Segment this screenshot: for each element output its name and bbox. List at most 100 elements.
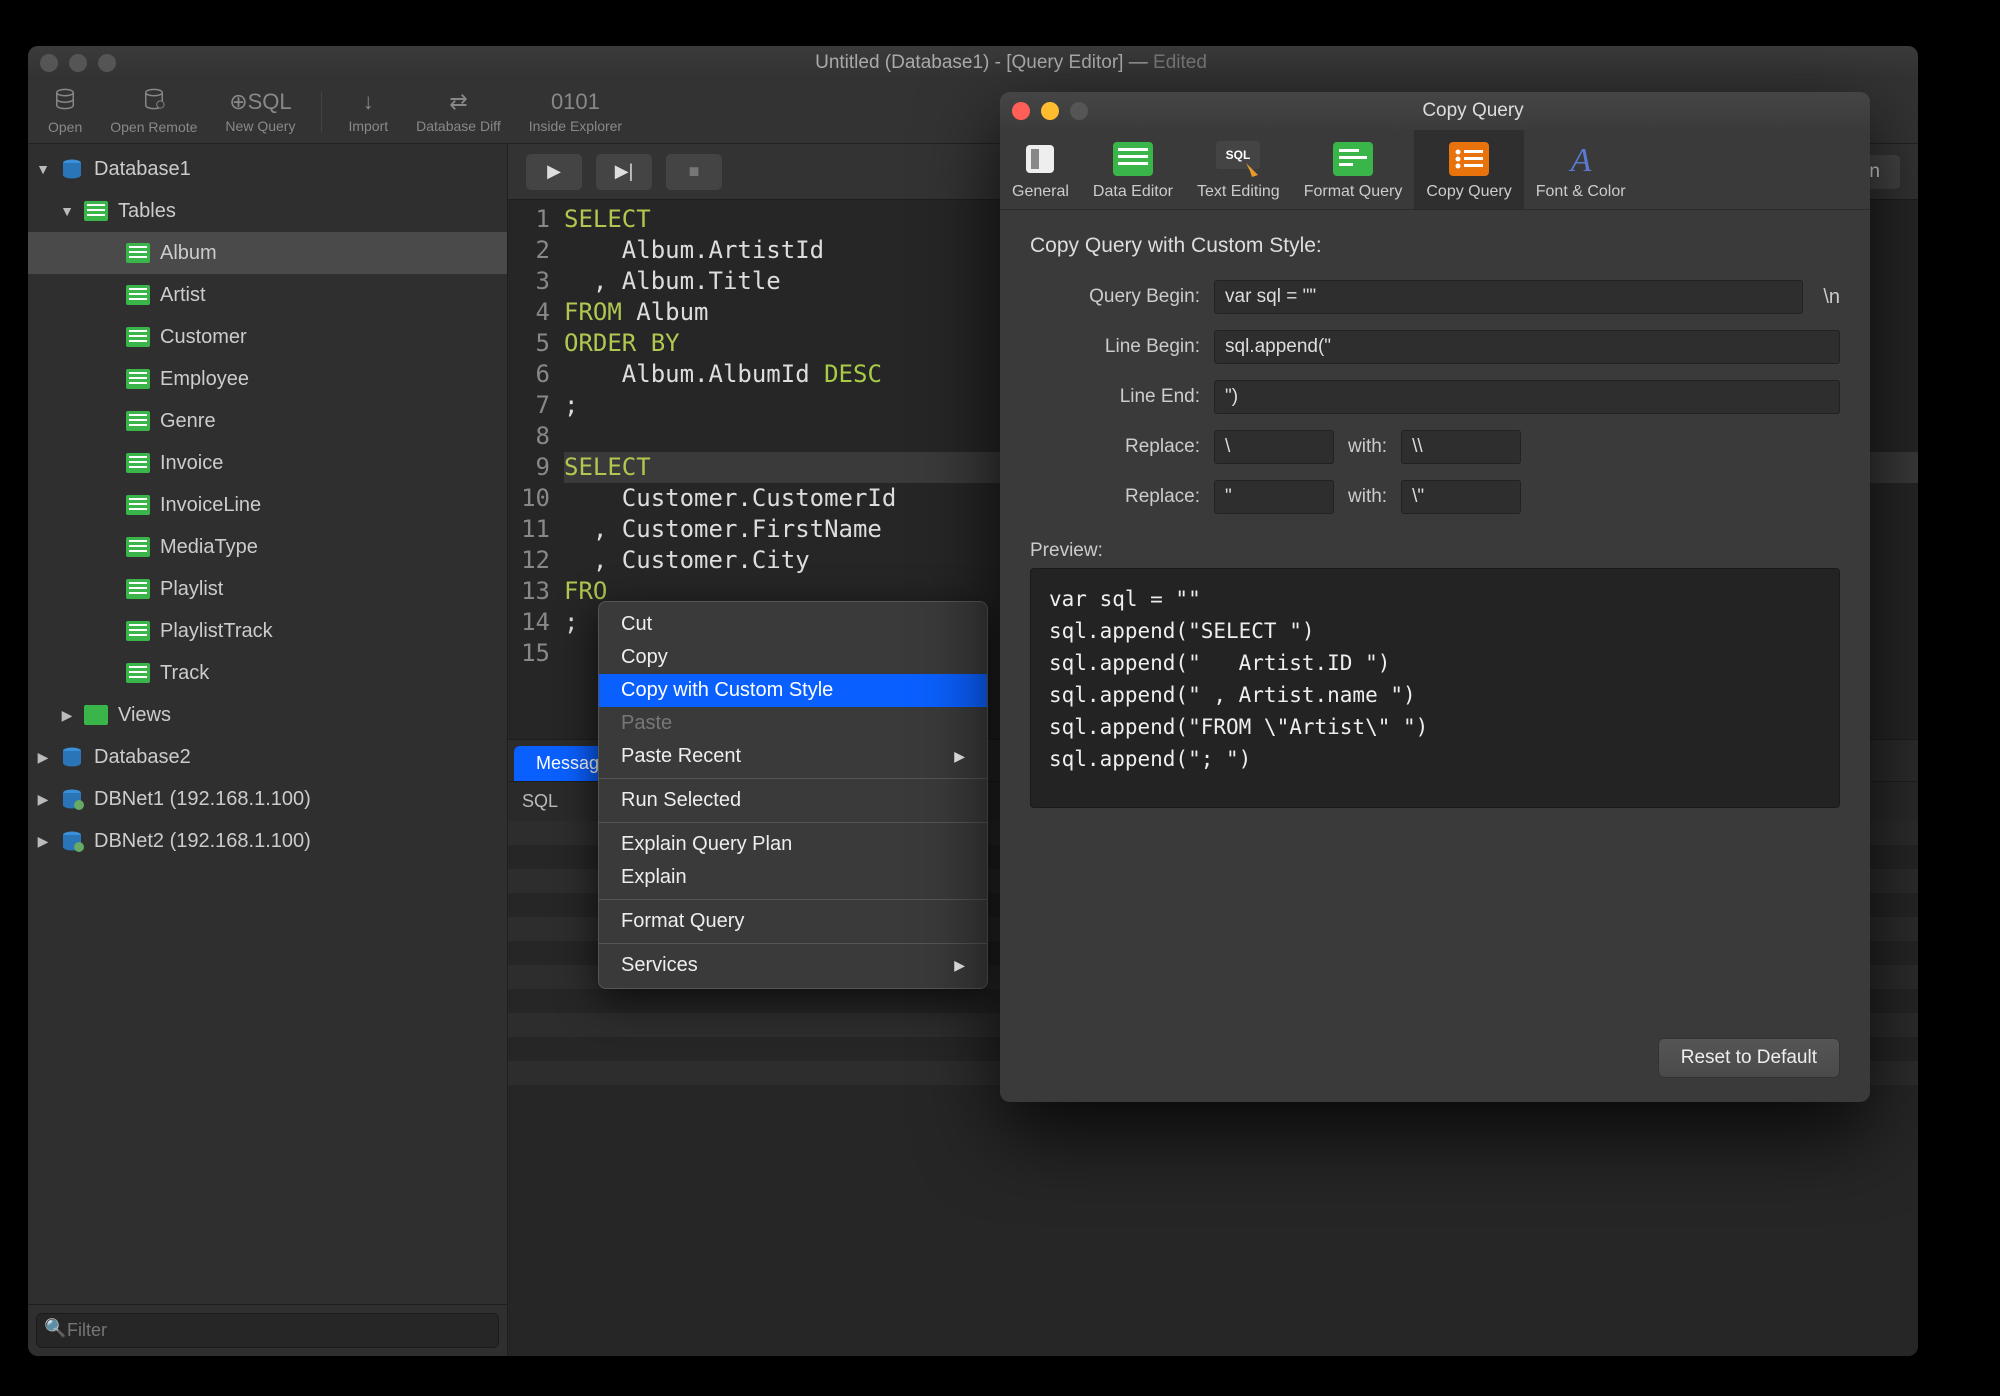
views-node[interactable]: ▶ Views: [28, 694, 507, 736]
database-icon: [58, 158, 86, 180]
input-line-end[interactable]: [1214, 380, 1840, 414]
label-replace-1: Replace:: [1030, 436, 1200, 458]
table-icon: [124, 368, 152, 390]
table-label: InvoiceLine: [160, 494, 261, 517]
input-replace1-from[interactable]: [1214, 430, 1334, 464]
tab-format-query[interactable]: Format Query: [1292, 130, 1415, 209]
new-query-button[interactable]: ⊕SQL New Query: [215, 87, 305, 136]
zoom-icon[interactable]: [98, 54, 116, 72]
list-icon: [1447, 139, 1491, 179]
label-line-end: Line End:: [1030, 386, 1200, 408]
menu-cut[interactable]: Cut: [599, 608, 987, 641]
input-line-begin[interactable]: [1214, 330, 1840, 364]
table-item-playlisttrack[interactable]: PlaylistTrack: [28, 610, 507, 652]
zoom-icon: [1070, 102, 1088, 120]
table-label: Invoice: [160, 452, 223, 475]
label-query-begin: Query Begin:: [1030, 286, 1200, 308]
step-icon: ▶|: [615, 161, 634, 182]
inside-explorer-button[interactable]: 0101 Inside Explorer: [519, 87, 632, 136]
preview-label: Preview:: [1030, 540, 1840, 562]
menu-run-selected[interactable]: Run Selected: [599, 784, 987, 817]
input-replace1-to[interactable]: [1401, 430, 1521, 464]
disclosure-down-icon[interactable]: ▼: [60, 203, 74, 219]
table-label: MediaType: [160, 536, 258, 559]
table-icon: [124, 452, 152, 474]
import-button[interactable]: ↓ Import: [338, 87, 398, 136]
menu-format-query[interactable]: Format Query: [599, 905, 987, 938]
table-item-playlist[interactable]: Playlist: [28, 568, 507, 610]
database-tree[interactable]: ▼ Database1 ▼ Tables AlbumArtistCustomer…: [28, 144, 507, 1304]
menu-services[interactable]: Services▶: [599, 949, 987, 982]
run-step-button[interactable]: ▶|: [596, 154, 652, 190]
preview-box: var sql = "" sql.append("SELECT ") sql.a…: [1030, 568, 1840, 808]
play-icon: ▶: [547, 161, 561, 182]
open-remote-button[interactable]: Open Remote: [100, 86, 207, 137]
tables-icon: [82, 200, 110, 222]
menu-paste-recent[interactable]: Paste Recent▶: [599, 740, 987, 773]
table-icon: [1111, 139, 1155, 179]
titlebar: Untitled (Database1) - [Query Editor] — …: [28, 46, 1918, 80]
sidebar-filter: 🔍: [28, 1304, 507, 1356]
tables-node[interactable]: ▼ Tables: [28, 190, 507, 232]
menu-copy-custom-style[interactable]: Copy with Custom Style: [599, 674, 987, 707]
svg-text:SQL: SQL: [1226, 148, 1251, 162]
menu-explain-plan[interactable]: Explain Query Plan: [599, 828, 987, 861]
stop-button[interactable]: ■: [666, 154, 722, 190]
tab-data-editor[interactable]: Data Editor: [1081, 130, 1185, 209]
input-replace2-to[interactable]: [1401, 480, 1521, 514]
reset-to-default-button[interactable]: Reset to Default: [1658, 1038, 1840, 1078]
table-label: Track: [160, 662, 209, 685]
db-node-database1[interactable]: ▼ Database1: [28, 148, 507, 190]
tab-font-color[interactable]: A Font & Color: [1524, 130, 1638, 209]
tab-text-editing[interactable]: SQL Text Editing: [1185, 130, 1292, 209]
newline-label: \n: [1823, 286, 1840, 309]
database-remote-icon: [58, 830, 86, 852]
db-node-dbnet1[interactable]: ▶ DBNet1 (192.168.1.100): [28, 778, 507, 820]
submenu-arrow-icon: ▶: [954, 957, 965, 974]
stop-icon: ■: [689, 161, 700, 182]
input-query-begin[interactable]: [1214, 280, 1803, 314]
disclosure-right-icon[interactable]: ▶: [36, 749, 50, 766]
filter-input[interactable]: [36, 1313, 499, 1348]
results-sql-label: SQL: [522, 791, 558, 812]
table-item-artist[interactable]: Artist: [28, 274, 507, 316]
tab-copy-query[interactable]: Copy Query: [1414, 130, 1523, 209]
database-remote-icon: [143, 88, 165, 116]
run-button[interactable]: ▶: [526, 154, 582, 190]
close-icon[interactable]: [40, 54, 58, 72]
db-label: Database1: [94, 158, 191, 181]
table-icon: [124, 410, 152, 432]
preferences-tabs: General Data Editor SQL Text Editing For…: [1000, 130, 1870, 210]
dialog-title: Copy Query: [1088, 100, 1858, 122]
table-item-customer[interactable]: Customer: [28, 316, 507, 358]
db-node-database2[interactable]: ▶ Database2: [28, 736, 507, 778]
table-item-track[interactable]: Track: [28, 652, 507, 694]
menu-copy[interactable]: Copy: [599, 641, 987, 674]
close-icon[interactable]: [1012, 102, 1030, 120]
disclosure-right-icon[interactable]: ▶: [36, 791, 50, 808]
menu-explain[interactable]: Explain: [599, 861, 987, 894]
input-replace2-from[interactable]: [1214, 480, 1334, 514]
table-item-employee[interactable]: Employee: [28, 358, 507, 400]
open-button[interactable]: Open: [38, 86, 92, 137]
submenu-arrow-icon: ▶: [954, 748, 965, 765]
database-icon: [54, 88, 76, 116]
db-node-dbnet2[interactable]: ▶ DBNet2 (192.168.1.100): [28, 820, 507, 862]
table-label: Employee: [160, 368, 249, 391]
database-icon: [58, 746, 86, 768]
table-icon: [124, 620, 152, 642]
tab-general[interactable]: General: [1000, 130, 1081, 209]
table-item-invoice[interactable]: Invoice: [28, 442, 507, 484]
table-icon: [124, 536, 152, 558]
table-item-mediatype[interactable]: MediaType: [28, 526, 507, 568]
table-item-album[interactable]: Album: [28, 232, 507, 274]
disclosure-right-icon[interactable]: ▶: [60, 707, 74, 724]
table-item-genre[interactable]: Genre: [28, 400, 507, 442]
database-diff-button[interactable]: ⇄ Database Diff: [406, 87, 511, 136]
minimize-icon[interactable]: [1041, 102, 1059, 120]
minimize-icon[interactable]: [69, 54, 87, 72]
format-icon: [1331, 139, 1375, 179]
disclosure-down-icon[interactable]: ▼: [36, 161, 50, 177]
disclosure-right-icon[interactable]: ▶: [36, 833, 50, 850]
table-item-invoiceline[interactable]: InvoiceLine: [28, 484, 507, 526]
